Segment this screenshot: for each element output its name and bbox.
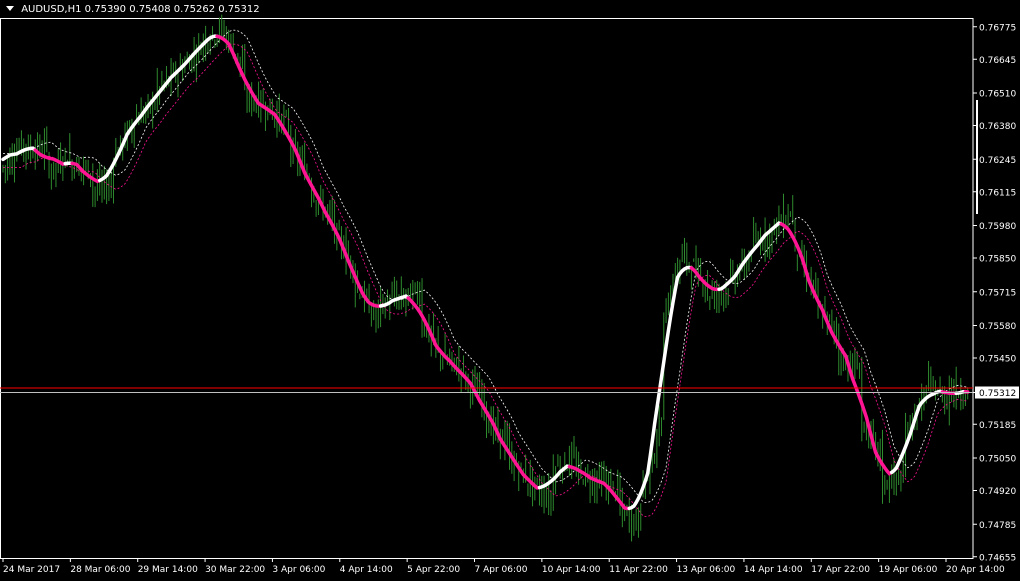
chart-header: AUDUSD,H1 0.75390 0.75408 0.75262 0.7531… [6, 4, 260, 15]
y-tick-label: 0.75185 [979, 421, 1016, 431]
x-tick-label: 13 Apr 06:00 [677, 565, 736, 575]
y-tick-label: 0.76775 [979, 23, 1016, 33]
y-tick-label: 0.75980 [979, 222, 1016, 232]
y-tick-label: 0.75715 [979, 288, 1016, 298]
y-tick-label: 0.76245 [979, 156, 1016, 166]
x-tick-label: 3 Apr 06:00 [272, 565, 325, 575]
x-tick-label: 30 Mar 22:00 [205, 565, 265, 575]
ma-rising-segment [97, 34, 219, 183]
x-tick-label: 20 Apr 14:00 [946, 565, 1005, 575]
x-tick-label: 11 Apr 22:00 [609, 565, 668, 575]
y-tick-label: 0.76380 [979, 122, 1016, 132]
x-tick-label: 5 Apr 22:00 [407, 565, 460, 575]
y-tick-label: 0.75050 [979, 455, 1016, 465]
x-tick-label: 4 Apr 14:00 [340, 565, 393, 575]
y-tick-label: 0.75312 [979, 389, 1016, 399]
ma-rising-segment [889, 389, 945, 475]
x-tick-label: 7 Apr 06:00 [475, 565, 528, 575]
x-tick-label: 17 Apr 22:00 [811, 565, 870, 575]
y-tick-label: 0.76115 [979, 188, 1016, 198]
x-tick-label: 14 Apr 14:00 [744, 565, 803, 575]
y-tick-label: 0.74920 [979, 487, 1016, 497]
y-tick-label: 0.76645 [979, 56, 1016, 66]
x-tick-label: 24 Mar 2017 [3, 565, 60, 575]
x-tick-label: 10 Apr 14:00 [542, 565, 601, 575]
plot-frame [0, 18, 974, 559]
ohlc-readout: 0.75390 0.75408 0.75262 0.75312 [84, 4, 260, 15]
dropdown-arrow-icon[interactable] [6, 6, 14, 11]
y-tick-label: 0.75450 [979, 355, 1016, 365]
x-tick-label: 19 Apr 06:00 [879, 565, 938, 575]
symbol-label: AUDUSD,H1 [21, 4, 82, 15]
y-tick-label: 0.75850 [979, 255, 1016, 265]
x-tick-label: 28 Mar 06:00 [70, 565, 130, 575]
x-tick-label: 29 Mar 14:00 [138, 565, 198, 575]
y-tick-label: 0.74655 [979, 553, 1016, 563]
chart-window: 0.76775 0.76645 0.76510 0.76380 0.76245 0.761… [0, 0, 1020, 581]
ma-falling-segment [215, 34, 383, 308]
y-tick-label: 0.76510 [979, 90, 1016, 100]
y-tick-label: 0.75580 [979, 322, 1016, 332]
price-chart[interactable]: 0.76775 0.76645 0.76510 0.76380 0.76245 0.761… [0, 0, 1020, 581]
y-tick-label: 0.74785 [979, 521, 1016, 531]
